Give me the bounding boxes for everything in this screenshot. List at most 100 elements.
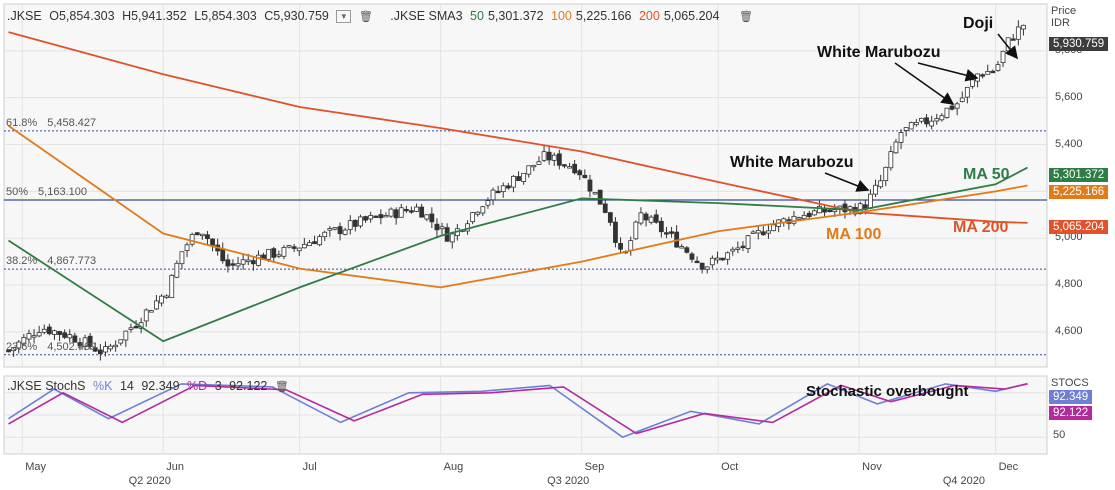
candle-body xyxy=(205,234,210,240)
month-label: Aug xyxy=(443,461,464,473)
candle-body xyxy=(893,141,899,154)
candle-body xyxy=(551,154,557,161)
candle-body xyxy=(745,235,751,249)
month-label: May xyxy=(25,461,46,473)
candle-body xyxy=(266,248,272,260)
fib-value: 5,163.100 xyxy=(38,185,87,198)
candle-body xyxy=(159,295,164,304)
candle-body xyxy=(669,231,674,234)
candle-body xyxy=(429,213,435,223)
symbol: .JKSE xyxy=(7,9,42,23)
candle-body xyxy=(679,246,685,249)
candle-body xyxy=(801,214,807,220)
stoch-overbought-annotation: Stochastic overbought xyxy=(806,383,969,400)
candle-body xyxy=(597,189,603,205)
candle-body xyxy=(57,331,62,335)
trash-icon[interactable]: 🗑 xyxy=(359,10,373,23)
candle-body xyxy=(373,215,379,218)
candle-body xyxy=(577,170,583,176)
candle-body xyxy=(26,333,32,340)
candle-body xyxy=(572,163,578,174)
candle-body xyxy=(929,120,935,127)
fib-level-label: 61.8% 5,458.427 xyxy=(6,117,96,129)
candle-body xyxy=(944,107,950,118)
y-tick-label: 4,600 xyxy=(1055,324,1083,337)
candle-body xyxy=(735,247,741,250)
trash-icon[interactable]: 🗑 xyxy=(275,380,289,393)
candle-body xyxy=(250,260,256,265)
candle-body xyxy=(174,262,180,278)
candle-body xyxy=(638,212,644,224)
d-label: %D xyxy=(187,379,208,393)
month-label: Oct xyxy=(721,461,739,473)
y-tick-label: 4,800 xyxy=(1055,278,1083,291)
candle-body xyxy=(832,209,838,213)
candle-body xyxy=(704,266,710,270)
candle-body xyxy=(434,223,440,231)
candle-body xyxy=(113,344,119,348)
fib-percent: 50% xyxy=(6,185,29,198)
k-period: 14 xyxy=(119,379,134,393)
candle-body xyxy=(388,208,394,217)
stoch-tick-50: 50 xyxy=(1053,429,1066,441)
candle-body xyxy=(556,153,562,166)
candle-body xyxy=(511,175,516,188)
close-label: C xyxy=(264,9,274,23)
ma50-price-tag: 5,301.372 xyxy=(1049,168,1109,182)
candle-body xyxy=(403,208,409,212)
candle-body xyxy=(419,206,425,218)
candle-body xyxy=(873,184,878,195)
candle-body xyxy=(771,224,776,232)
ma200-price-tag: 5,065.204 xyxy=(1049,220,1109,234)
candle-body xyxy=(103,346,108,353)
k-value: 92.349 xyxy=(141,379,180,393)
candle-body xyxy=(414,206,419,212)
candle-body xyxy=(199,233,205,237)
chevron-down-icon[interactable]: ▼ xyxy=(336,10,352,24)
candle-body xyxy=(41,328,47,333)
candle-body xyxy=(526,165,532,175)
candle-body xyxy=(725,252,731,260)
candle-body xyxy=(67,334,73,339)
candle-body xyxy=(720,257,725,261)
candle-body xyxy=(312,241,317,245)
candle-body xyxy=(796,217,802,220)
candle-body xyxy=(409,210,414,213)
candle-body xyxy=(908,122,914,130)
candle-body xyxy=(332,227,338,230)
month-label: Sep xyxy=(584,461,605,473)
open-value: 5,854.303 xyxy=(58,9,115,23)
candle-body xyxy=(276,254,282,257)
ma100-price-tag: 5,225.166 xyxy=(1049,185,1109,199)
candle-body xyxy=(613,221,618,243)
candle-body xyxy=(317,236,323,246)
close-value: 5,930.759 xyxy=(273,9,329,23)
candle-body xyxy=(755,230,761,234)
candle-body xyxy=(521,172,527,182)
trash-icon[interactable]: 🗑 xyxy=(739,10,753,23)
candle-body xyxy=(939,115,945,121)
candle-body xyxy=(307,242,312,247)
candle-body xyxy=(694,260,700,264)
candle-body xyxy=(954,103,960,109)
candle-body xyxy=(439,226,445,230)
candle-body xyxy=(235,263,241,267)
candle-body xyxy=(46,326,52,335)
candle-body xyxy=(715,257,720,261)
candle-body xyxy=(980,74,986,77)
candle-body xyxy=(322,231,328,238)
white-marubozu-top-annotation: White Marubozu xyxy=(817,44,941,61)
price-axis-title: Price IDR xyxy=(1051,5,1076,29)
candle-body xyxy=(286,245,292,248)
fib-level-label: 38.2% 4,867.773 xyxy=(6,255,96,267)
candle-body xyxy=(531,164,537,168)
price-header: .JKSE O5,854.303 H5,941.352 L5,854.303 C… xyxy=(7,9,757,24)
candle-body xyxy=(128,327,134,330)
sma100-value: 5,225.166 xyxy=(575,9,632,23)
candle-body xyxy=(189,234,195,245)
candle-body xyxy=(378,214,384,219)
ma200-annotation: MA 200 xyxy=(953,219,1009,236)
candle-body xyxy=(490,189,496,201)
candle-body xyxy=(995,64,1001,71)
candle-body xyxy=(475,211,481,215)
